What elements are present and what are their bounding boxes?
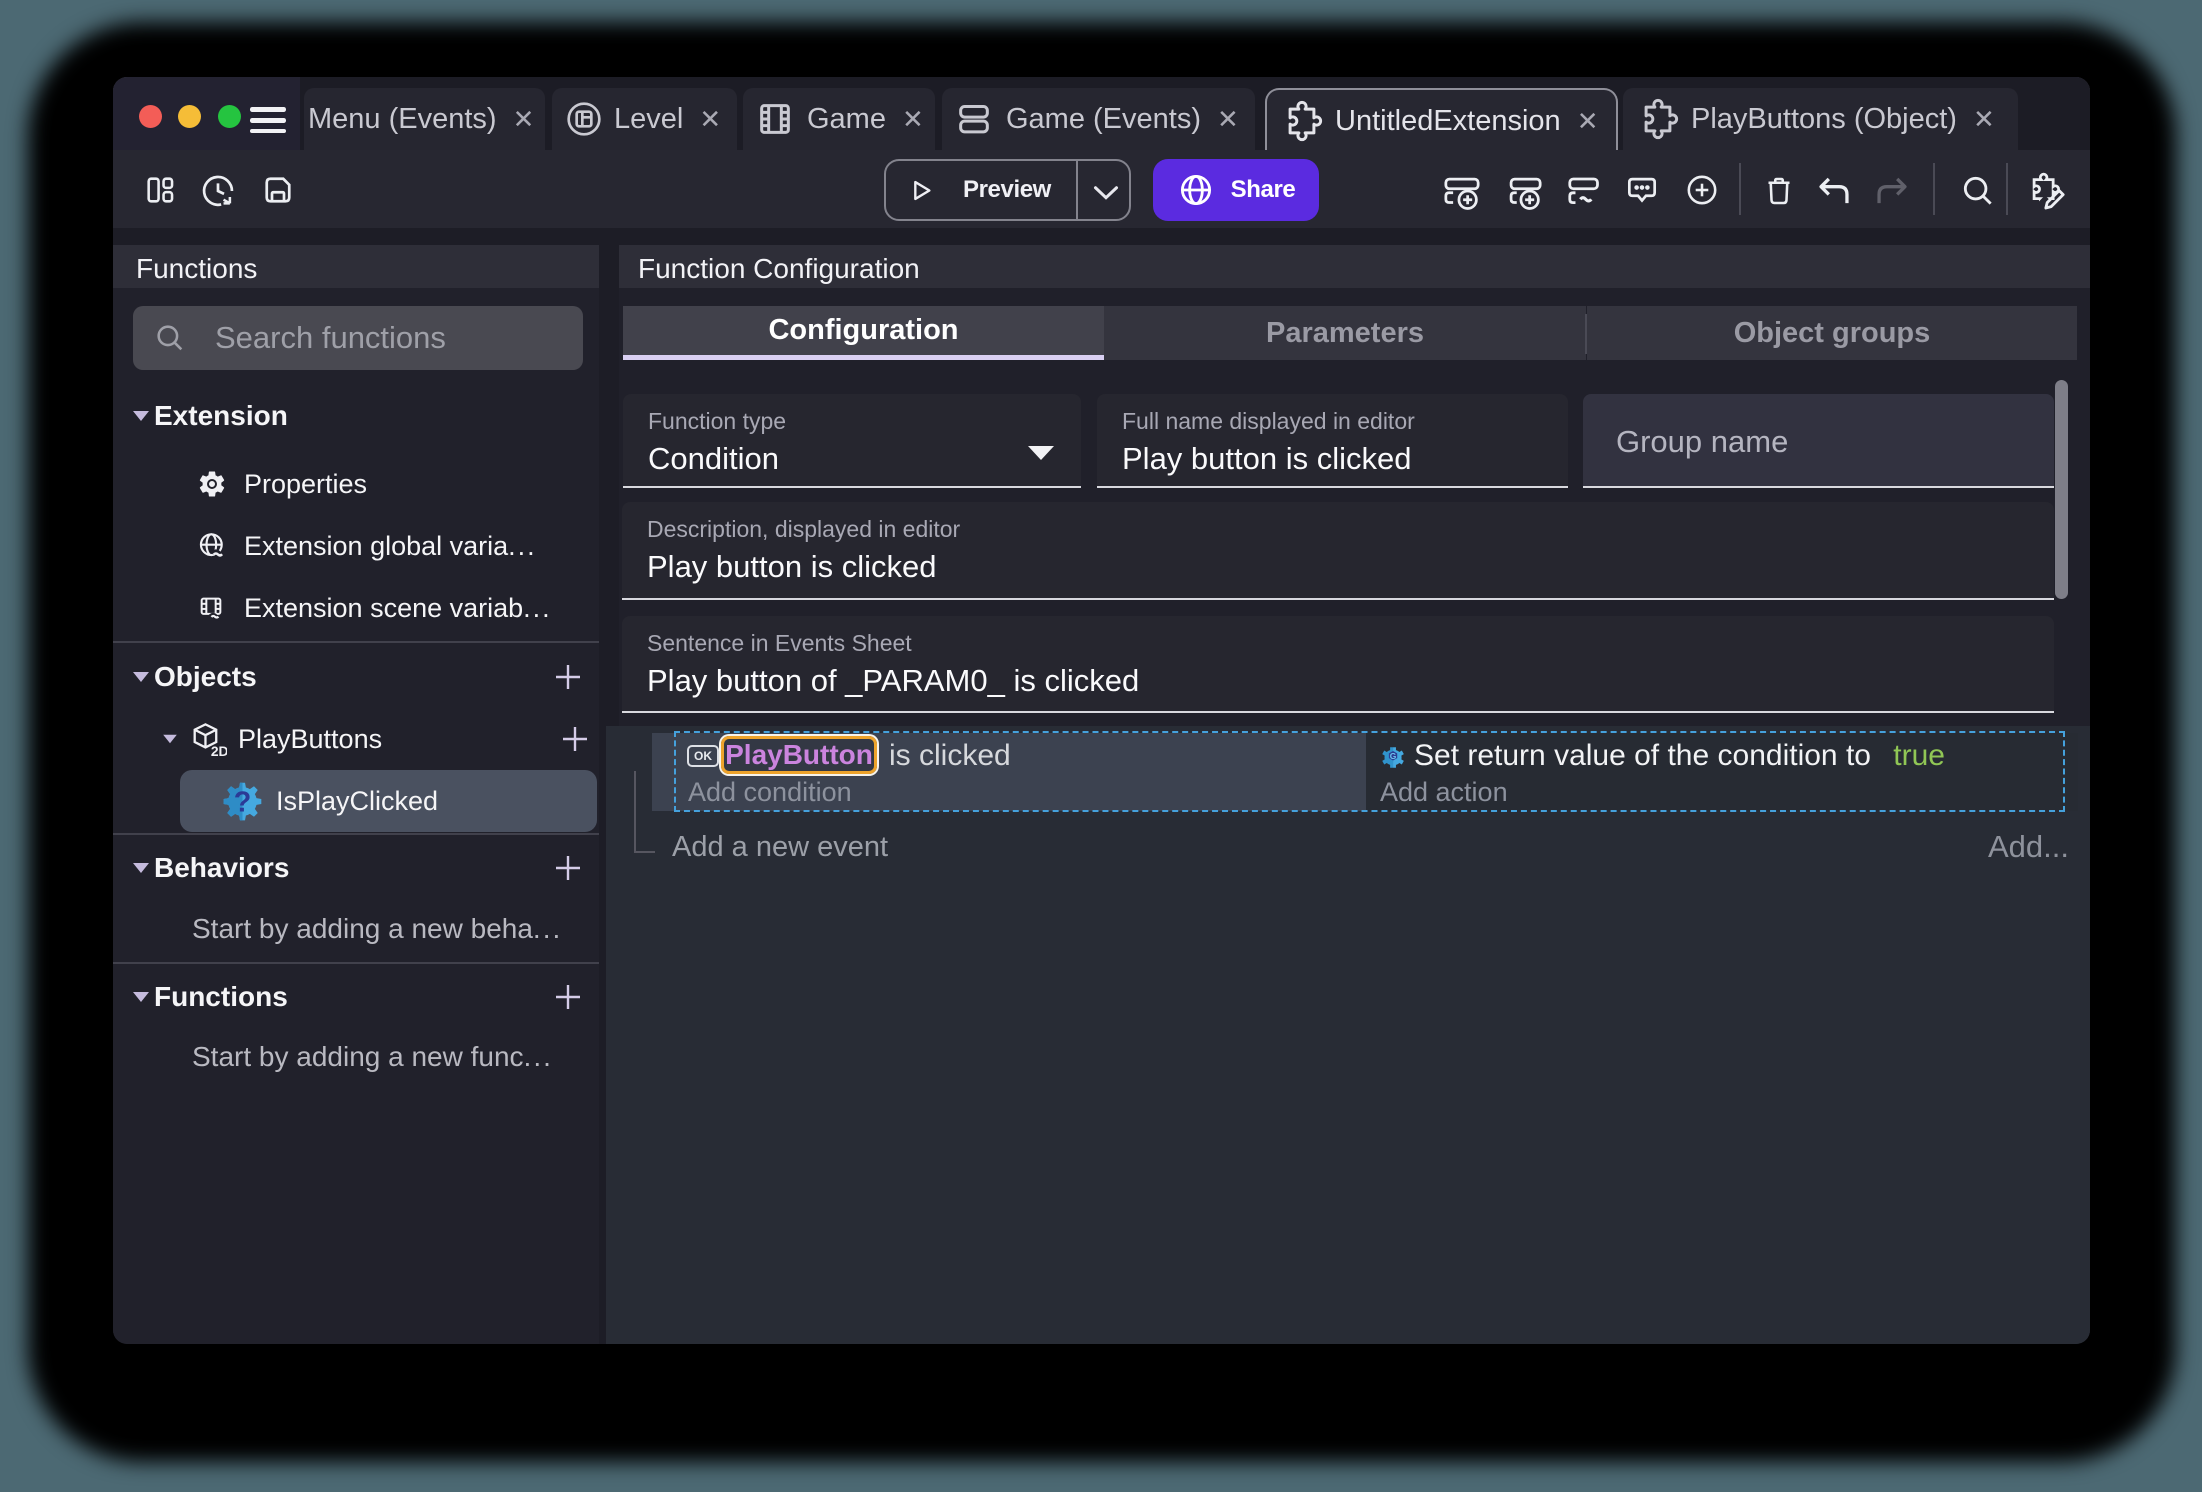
svg-text:2D: 2D xyxy=(211,743,227,759)
svg-text:G: G xyxy=(1390,751,1397,761)
svg-text:?: ? xyxy=(234,786,252,818)
